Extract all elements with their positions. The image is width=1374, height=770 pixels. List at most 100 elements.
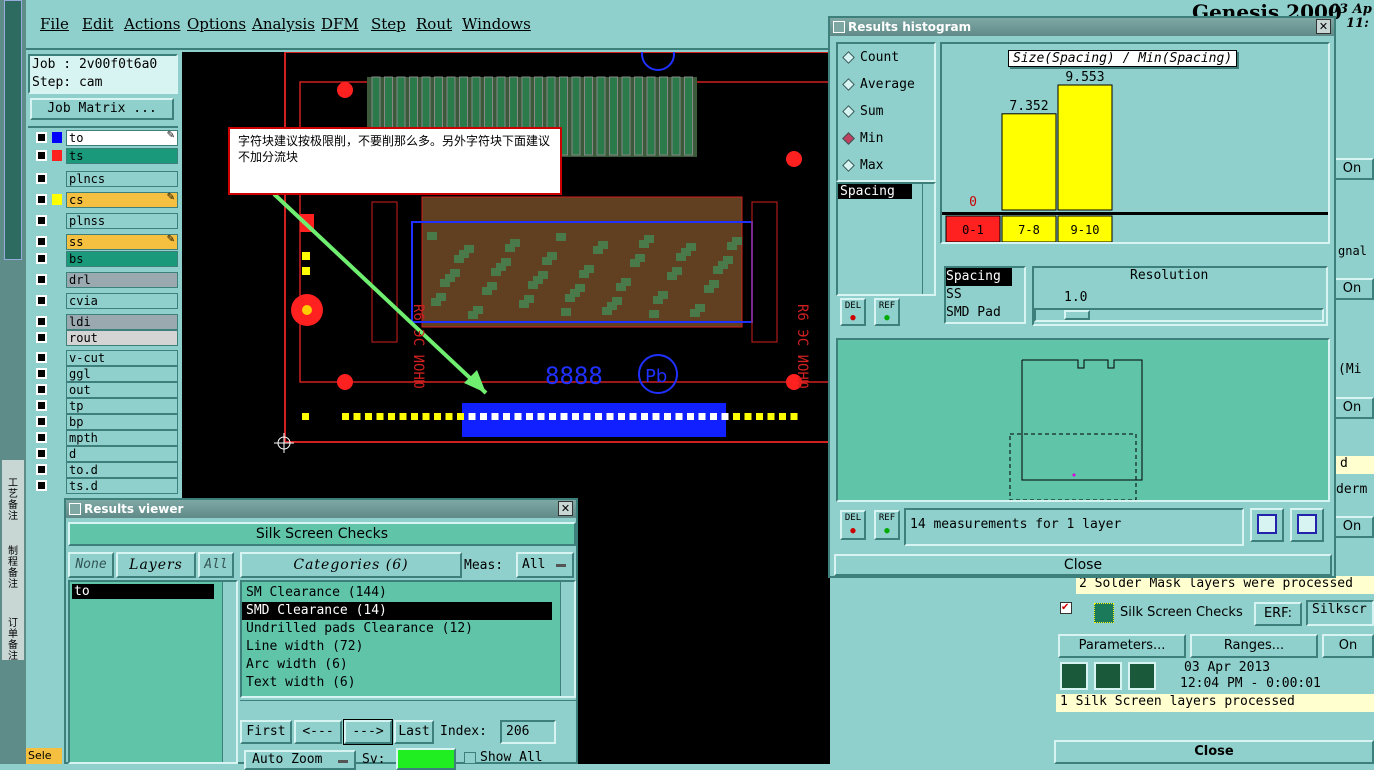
mode-average[interactable]: Average bbox=[838, 71, 934, 98]
job-matrix-button[interactable]: Job Matrix ... bbox=[30, 98, 174, 120]
layer-row-ldi[interactable]: ldi bbox=[32, 314, 178, 330]
layer-scrollbar[interactable] bbox=[222, 582, 236, 762]
parameters-button[interactable]: Parameters... bbox=[1058, 634, 1186, 658]
histogram-close-button[interactable]: Close bbox=[834, 554, 1332, 576]
layer-checkbox[interactable] bbox=[36, 150, 47, 161]
spacing-item[interactable]: Spacing bbox=[838, 184, 912, 199]
layer-checkbox[interactable] bbox=[36, 352, 47, 363]
on-run-button[interactable]: On bbox=[1322, 634, 1374, 658]
layer-row-ss[interactable]: ss ✎ bbox=[32, 234, 178, 250]
zoom-home-icon[interactable] bbox=[1290, 508, 1324, 542]
layer-row-out[interactable]: out bbox=[32, 382, 178, 398]
prev-button[interactable]: <--- bbox=[294, 720, 342, 744]
select-partial[interactable]: Sele bbox=[26, 748, 62, 764]
on-button-1[interactable]: On bbox=[1330, 158, 1374, 180]
filter-ss[interactable]: SS bbox=[946, 286, 1024, 304]
ref-button-2[interactable]: REF ● bbox=[874, 510, 900, 540]
on-button-3[interactable]: On bbox=[1330, 397, 1374, 419]
layer-row-plncs[interactable]: plncs bbox=[32, 171, 178, 187]
category-item[interactable]: Text width (6) bbox=[242, 674, 552, 692]
category-item[interactable]: SM Clearance (144) bbox=[242, 584, 552, 602]
layer-checkbox[interactable] bbox=[36, 384, 47, 395]
layer-checkbox[interactable] bbox=[36, 448, 47, 459]
close-icon[interactable]: ✕ bbox=[558, 501, 573, 516]
last-button[interactable]: Last bbox=[394, 720, 434, 744]
category-scrollbar[interactable] bbox=[560, 582, 574, 696]
layer-row-to[interactable]: to ✎ bbox=[32, 130, 178, 146]
on-button-2[interactable]: On bbox=[1330, 278, 1374, 300]
check-toggle[interactable]: ✔ bbox=[1060, 602, 1072, 614]
layer-checkbox[interactable] bbox=[36, 464, 47, 475]
layer-row-bs[interactable]: bs bbox=[32, 251, 178, 267]
mode-max[interactable]: Max bbox=[838, 152, 934, 179]
menu-windows[interactable]: Windows bbox=[462, 15, 531, 33]
layer-checkbox[interactable] bbox=[36, 236, 47, 247]
show-all-checkbox[interactable] bbox=[464, 752, 476, 764]
categories-button[interactable]: Categories (6) bbox=[240, 552, 462, 578]
on-button-4[interactable]: On bbox=[1330, 516, 1374, 538]
run-icon[interactable] bbox=[1060, 662, 1088, 690]
preview-pane[interactable] bbox=[836, 338, 1330, 502]
menu-file[interactable]: File bbox=[40, 15, 69, 33]
layer-checkbox[interactable] bbox=[36, 274, 47, 285]
layer-row-rout[interactable]: rout bbox=[32, 330, 178, 346]
layer-checkbox[interactable] bbox=[36, 400, 47, 411]
erf-field[interactable]: Silkscr bbox=[1306, 600, 1374, 626]
menu-edit[interactable]: Edit bbox=[82, 15, 113, 33]
layer-row-ts[interactable]: ts bbox=[32, 148, 178, 164]
layer-checkbox[interactable] bbox=[36, 194, 47, 205]
layer-checkbox[interactable] bbox=[36, 316, 47, 327]
menu-actions[interactable]: Actions bbox=[124, 15, 180, 33]
del-button[interactable]: DEL ● bbox=[840, 298, 866, 326]
layer-row-d[interactable]: d bbox=[32, 446, 178, 462]
next-button[interactable]: ---> bbox=[343, 719, 393, 745]
del-button-2[interactable]: DEL ● bbox=[840, 510, 866, 540]
filter-spacing[interactable]: Spacing bbox=[946, 268, 1012, 286]
menu-options[interactable]: Options bbox=[187, 15, 246, 33]
viewer-titlebar[interactable]: Results viewer ✕ bbox=[66, 500, 576, 518]
layer-checkbox[interactable] bbox=[36, 432, 47, 443]
menu-analysis[interactable]: Analysis bbox=[252, 15, 315, 33]
stop-icon[interactable] bbox=[1128, 662, 1156, 690]
layer-checkbox[interactable] bbox=[36, 416, 47, 427]
layers-button[interactable]: Layers bbox=[116, 552, 196, 578]
layer-checkbox[interactable] bbox=[36, 173, 47, 184]
layer-row-drl[interactable]: drl bbox=[32, 272, 178, 288]
menu-dfm[interactable]: DFM bbox=[321, 15, 359, 33]
close-button-main[interactable]: Close bbox=[1054, 740, 1374, 764]
sv-color-select[interactable] bbox=[396, 748, 456, 770]
layer-checkbox[interactable] bbox=[36, 332, 47, 343]
menu-step[interactable]: Step bbox=[371, 15, 406, 33]
layer-checkbox[interactable] bbox=[36, 368, 47, 379]
layer-row-v-cut[interactable]: v-cut bbox=[32, 350, 178, 366]
category-item[interactable]: SMD Clearance (14) bbox=[242, 602, 552, 620]
layer-checkbox[interactable] bbox=[36, 253, 47, 264]
mode-count[interactable]: Count bbox=[838, 44, 934, 71]
layer-checkbox[interactable] bbox=[36, 295, 47, 306]
layer-row-tp[interactable]: tp bbox=[32, 398, 178, 414]
none-button[interactable]: None bbox=[68, 552, 114, 578]
category-hscrollbar[interactable] bbox=[240, 700, 576, 710]
ranges-button[interactable]: Ranges... bbox=[1190, 634, 1318, 658]
layer-row-plnss[interactable]: plnss bbox=[32, 213, 178, 229]
layer-row-mpth[interactable]: mpth bbox=[32, 430, 178, 446]
mode-min[interactable]: Min bbox=[838, 125, 934, 152]
spacing-scrollbar[interactable] bbox=[922, 184, 934, 294]
layer-row-to-d[interactable]: to.d bbox=[32, 462, 178, 478]
layer-checkbox[interactable] bbox=[36, 132, 47, 143]
first-button[interactable]: First bbox=[240, 720, 292, 744]
layer-checkbox[interactable] bbox=[36, 215, 47, 226]
zoom-layer-icon[interactable] bbox=[1250, 508, 1284, 542]
close-icon[interactable]: ✕ bbox=[1316, 19, 1331, 34]
category-item[interactable]: Undrilled pads Clearance (12) bbox=[242, 620, 552, 638]
run-all-icon[interactable] bbox=[1094, 662, 1122, 690]
meas-select[interactable]: All bbox=[516, 552, 574, 578]
histogram-titlebar[interactable]: Results histogram ✕ bbox=[830, 18, 1334, 36]
slider-thumb[interactable] bbox=[1064, 310, 1090, 320]
all-button[interactable]: All bbox=[198, 552, 234, 578]
category-item[interactable]: Arc width (6) bbox=[242, 656, 552, 674]
layer-row-ggl[interactable]: ggl bbox=[32, 366, 178, 382]
mode-sum[interactable]: Sum bbox=[838, 98, 934, 125]
layer-row-cs[interactable]: cs ✎ bbox=[32, 192, 178, 208]
layer-row-cvia[interactable]: cvia bbox=[32, 293, 178, 309]
